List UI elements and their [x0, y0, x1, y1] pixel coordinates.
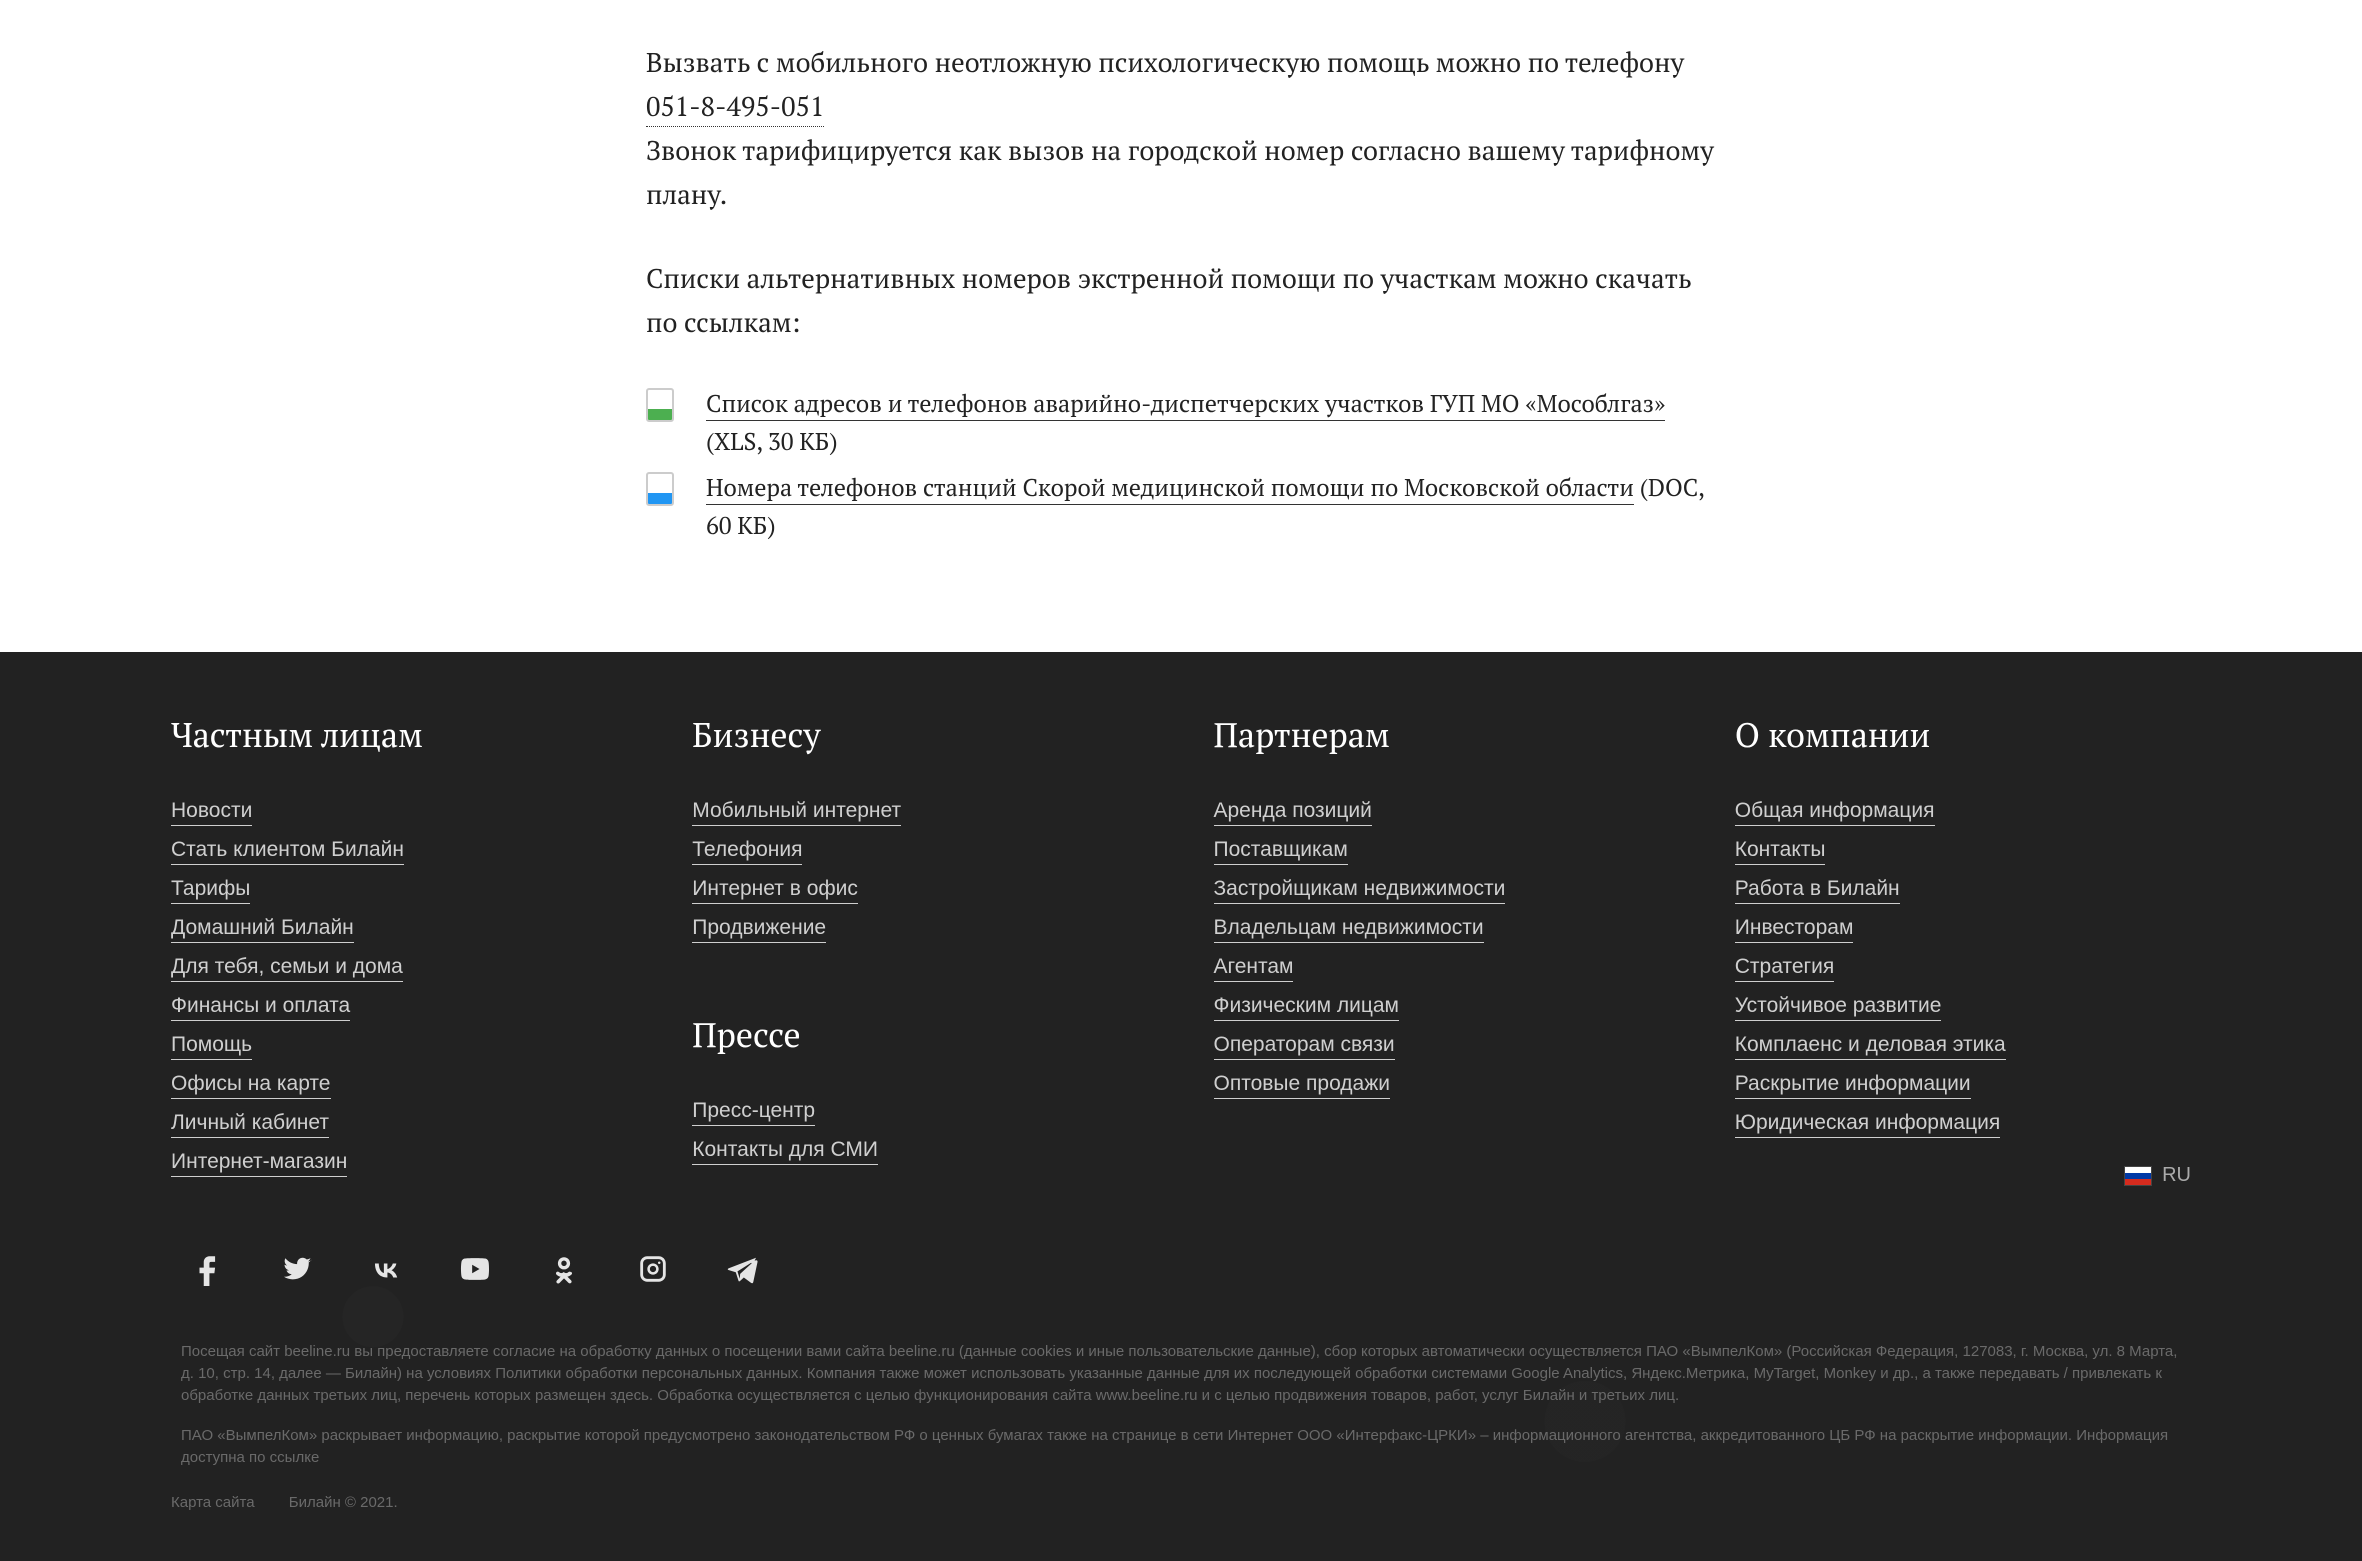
footer-link[interactable]: Финансы и оплата	[171, 994, 350, 1021]
vk-icon[interactable]	[369, 1252, 403, 1291]
legal-text: Посещая сайт beeline.ru вы предоставляет…	[171, 1341, 2191, 1469]
twitter-icon[interactable]	[280, 1252, 314, 1291]
download-link[interactable]: Список адресов и телефонов аварийно-дисп…	[706, 387, 1665, 421]
footer-link[interactable]: Контакты	[1735, 838, 1826, 865]
footer-lower: Посещая сайт beeline.ru вы предоставляет…	[171, 1212, 2191, 1561]
footer-link[interactable]: Оптовые продажи	[1214, 1072, 1391, 1099]
downloads-list: Список адресов и телефонов аварийно-дисп…	[646, 384, 1716, 544]
language-switcher[interactable]: RU	[2124, 1164, 2191, 1187]
footer-link[interactable]: Стратегия	[1735, 955, 1835, 982]
footer-heading: О компании	[1735, 712, 2191, 757]
phone-number[interactable]: 051-8-495-051	[646, 88, 824, 127]
footer-link[interactable]: Офисы на карте	[171, 1072, 331, 1099]
footer-columns: Частным лицам Новости Стать клиентом Бил…	[171, 712, 2191, 1212]
xls-file-icon	[646, 388, 674, 422]
text-part: Вызвать с мобильного неотложную психолог…	[646, 44, 1684, 80]
download-item: Список адресов и телефонов аварийно-дисп…	[646, 384, 1716, 460]
doc-file-icon	[646, 472, 674, 506]
legal-paragraph: Посещая сайт beeline.ru вы предоставляет…	[181, 1341, 2181, 1407]
flag-ru-icon	[2124, 1166, 2152, 1186]
telegram-icon[interactable]	[725, 1252, 759, 1291]
sitemap-link[interactable]: Карта сайта	[171, 1494, 255, 1511]
footer-link[interactable]: Помощь	[171, 1033, 252, 1060]
footer-link[interactable]: Новости	[171, 799, 252, 826]
footer-link[interactable]: Физическим лицам	[1214, 994, 1400, 1021]
footer-link[interactable]: Общая информация	[1735, 799, 1935, 826]
footer-col-personal: Частным лицам Новости Стать клиентом Бил…	[171, 712, 627, 1187]
footer-col-partners: Партнерам Аренда позиций Поставщикам Зас…	[1214, 712, 1670, 1187]
footer-link[interactable]: Пресс-центр	[692, 1099, 815, 1126]
footer-links: Новости Стать клиентом Билайн Тарифы Дом…	[171, 797, 627, 1176]
download-item: Номера телефонов станций Скорой медицинс…	[646, 468, 1716, 544]
footer-link[interactable]: Застройщикам недвижимости	[1214, 877, 1506, 904]
footer-link[interactable]: Личный кабинет	[171, 1111, 329, 1138]
footer-meta: Карта сайта Билайн © 2021.	[171, 1494, 2191, 1511]
footer-link[interactable]: Продвижение	[692, 916, 826, 943]
footer-col-about: О компании Общая информация Контакты Раб…	[1735, 712, 2191, 1187]
paragraph-emergency: Вызвать с мобильного неотложную психолог…	[646, 40, 1716, 216]
footer-link[interactable]: Мобильный интернет	[692, 799, 901, 826]
footer-link[interactable]: Владельцам недвижимости	[1214, 916, 1484, 943]
footer-heading: Прессе	[692, 1012, 1148, 1057]
footer-link[interactable]: Устойчивое развитие	[1735, 994, 1942, 1021]
instagram-icon[interactable]	[636, 1252, 670, 1291]
footer-col-business: Бизнесу Мобильный интернет Телефония Инт…	[692, 712, 1148, 1187]
footer-link[interactable]: Телефония	[692, 838, 802, 865]
footer-link[interactable]: Для тебя, семьи и дома	[171, 955, 403, 982]
footer-link[interactable]: Комплаенс и деловая этика	[1735, 1033, 2006, 1060]
footer-link[interactable]: Операторам связи	[1214, 1033, 1395, 1060]
site-footer: Частным лицам Новости Стать клиентом Бил…	[0, 652, 2362, 1561]
footer-links: Общая информация Контакты Работа в Билай…	[1735, 797, 2191, 1137]
footer-link[interactable]: Интернет в офис	[692, 877, 858, 904]
footer-link[interactable]: Юридическая информация	[1735, 1111, 2000, 1138]
footer-link[interactable]: Аренда позиций	[1214, 799, 1372, 826]
footer-heading: Бизнесу	[692, 712, 1148, 757]
footer-link[interactable]: Домашний Билайн	[171, 916, 354, 943]
copyright: Билайн © 2021.	[289, 1494, 398, 1511]
footer-heading: Частным лицам	[171, 712, 627, 757]
footer-link[interactable]: Тарифы	[171, 877, 250, 904]
footer-links: Аренда позиций Поставщикам Застройщикам …	[1214, 797, 1670, 1098]
footer-link[interactable]: Раскрытие информации	[1735, 1072, 1971, 1099]
paragraph-downloads-intro: Списки альтернативных номеров экстренной…	[646, 256, 1716, 344]
footer-link[interactable]: Агентам	[1214, 955, 1294, 982]
text-part: Звонок тарифицируется как вызов на город…	[646, 132, 1714, 212]
footer-link[interactable]: Интернет-магазин	[171, 1150, 347, 1177]
footer-heading: Партнерам	[1214, 712, 1670, 757]
article-content: Вызвать с мобильного неотложную психолог…	[646, 0, 1716, 652]
footer-link[interactable]: Работа в Билайн	[1735, 877, 1900, 904]
language-label: RU	[2162, 1164, 2191, 1187]
footer-links: Мобильный интернет Телефония Интернет в …	[692, 797, 1148, 942]
legal-paragraph: ПАО «ВымпелКом» раскрывает информацию, р…	[181, 1425, 2181, 1469]
footer-link[interactable]: Поставщикам	[1214, 838, 1348, 865]
download-link[interactable]: Номера телефонов станций Скорой медицинс…	[706, 471, 1634, 505]
file-meta: (XLS, 30 КБ)	[706, 425, 838, 457]
footer-link[interactable]: Инвесторам	[1735, 916, 1854, 943]
youtube-icon[interactable]	[458, 1252, 492, 1291]
footer-link[interactable]: Контакты для СМИ	[692, 1138, 878, 1165]
footer-link[interactable]: Стать клиентом Билайн	[171, 838, 404, 865]
footer-links: Пресс-центр Контакты для СМИ	[692, 1097, 1148, 1164]
social-links	[171, 1252, 2191, 1341]
facebook-icon[interactable]	[191, 1252, 225, 1291]
ok-icon[interactable]	[547, 1252, 581, 1291]
